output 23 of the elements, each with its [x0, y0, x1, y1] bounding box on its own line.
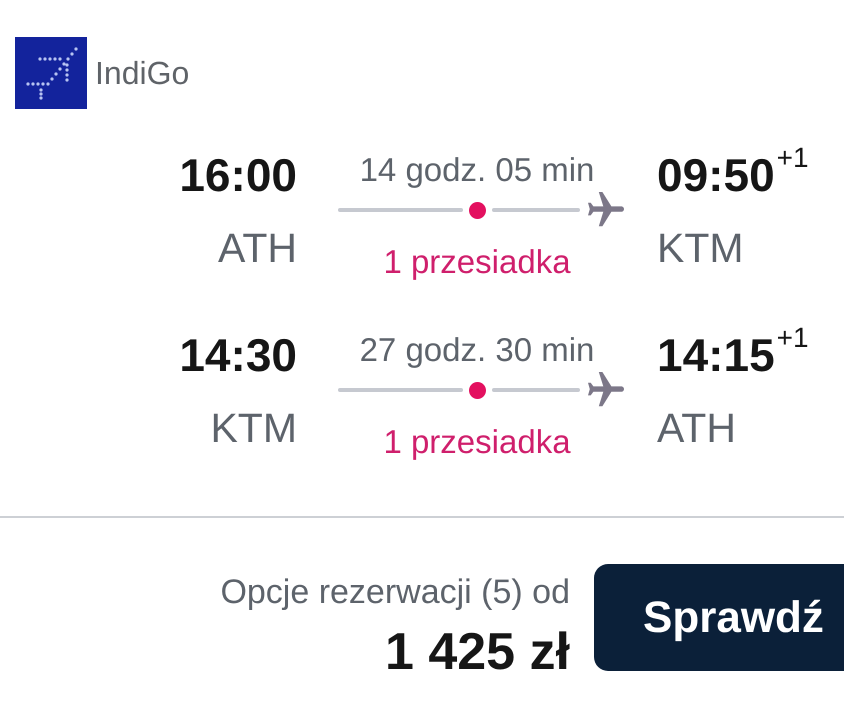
departure-airport: KTM: [210, 404, 297, 453]
arrival-time: 09:50: [657, 150, 775, 200]
dotted-plane-icon: [15, 37, 87, 109]
flight-duration: 27 godz. 30 min: [358, 330, 596, 370]
flight-duration: 14 godz. 05 min: [358, 150, 596, 190]
day-offset: +1: [776, 324, 809, 352]
departure-airport: ATH: [218, 224, 297, 273]
departure-time: 14:30: [179, 330, 297, 380]
arrival-airport: ATH: [657, 404, 736, 453]
stops-label: 1 przesiadka: [382, 242, 572, 282]
arrival-time: 14:15: [657, 330, 775, 380]
airplane-icon: [588, 372, 624, 408]
check-button[interactable]: Sprawdź: [594, 564, 844, 671]
stops-label: 1 przesiadka: [382, 422, 572, 462]
booking-options-label: Opcje rezerwacji (5) od: [220, 572, 570, 612]
airplane-icon: [588, 192, 624, 228]
stop-dot-icon: [469, 202, 486, 218]
price: 1 425 zł: [384, 624, 570, 680]
departure-time: 16:00: [179, 150, 297, 200]
airline-name: IndiGo: [95, 54, 190, 93]
arrival-airport: KTM: [657, 224, 744, 273]
stop-dot-icon: [469, 382, 486, 398]
day-offset: +1: [776, 144, 809, 172]
